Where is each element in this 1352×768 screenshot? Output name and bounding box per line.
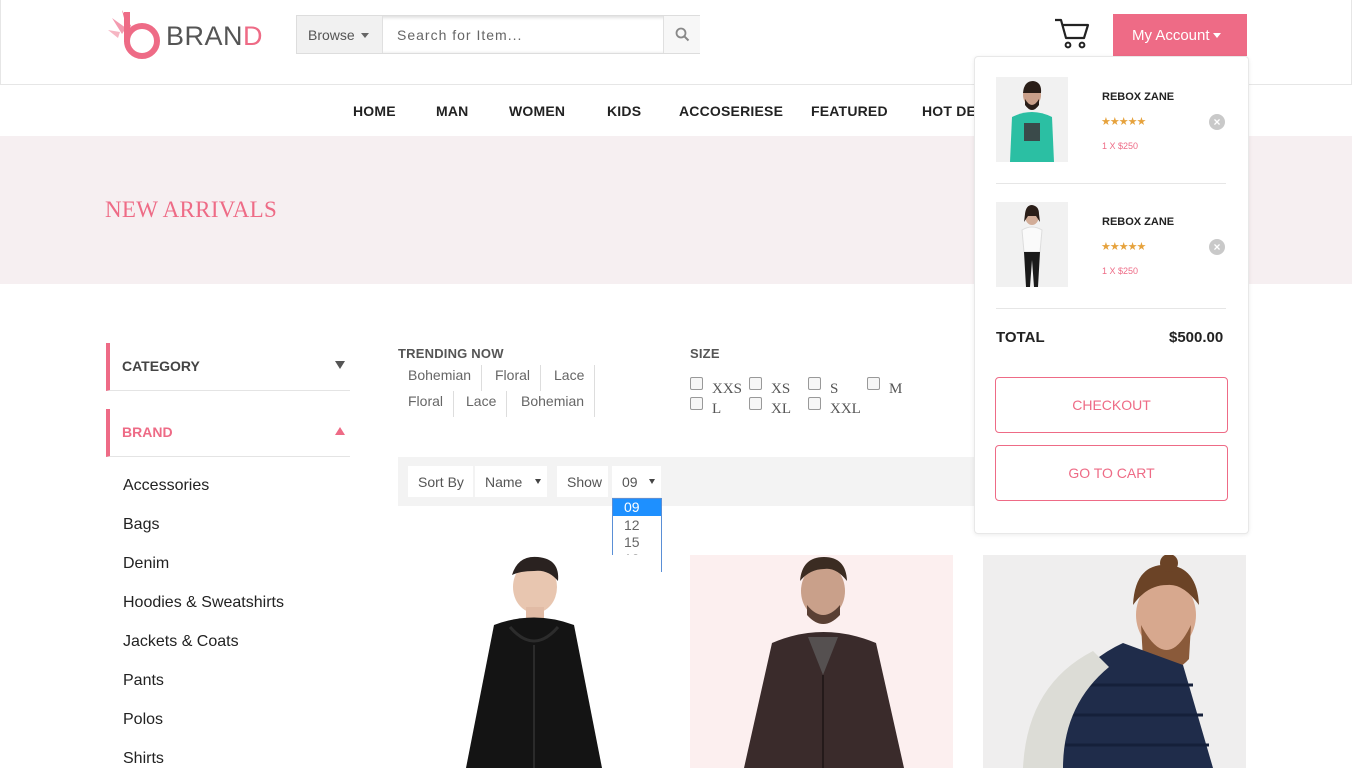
tag-lace[interactable]: Lace bbox=[456, 391, 508, 417]
remove-item-icon[interactable]: × bbox=[1209, 239, 1225, 255]
size-title: SIZE bbox=[690, 346, 720, 361]
chevron-down-icon bbox=[649, 479, 655, 484]
sort-toolbar: Sort By Name Show 09 bbox=[398, 457, 978, 506]
cart-item-price: 1 X $250 bbox=[1102, 266, 1139, 276]
show-select[interactable]: 09 bbox=[612, 466, 661, 497]
search-icon bbox=[675, 27, 690, 42]
chevron-down-icon bbox=[361, 33, 369, 38]
product-image-puffer[interactable] bbox=[983, 555, 1246, 768]
logo-mark-icon bbox=[108, 10, 160, 59]
checkbox[interactable] bbox=[690, 397, 703, 410]
checkbox[interactable] bbox=[808, 377, 821, 390]
divider bbox=[996, 308, 1226, 309]
triangle-down-icon bbox=[335, 361, 345, 369]
remove-item-icon[interactable]: × bbox=[1209, 114, 1225, 130]
brand-filter-header[interactable]: BRAND bbox=[106, 409, 350, 457]
sidebar-item-pants[interactable]: Pants bbox=[123, 672, 164, 690]
chevron-down-icon bbox=[535, 479, 541, 484]
sidebar-item-accessories[interactable]: Accessories bbox=[123, 477, 209, 495]
my-account-label: My Account bbox=[1132, 27, 1210, 44]
sort-by-label: Sort By bbox=[408, 466, 473, 497]
checkout-button[interactable]: CHECKOUT bbox=[995, 377, 1228, 433]
brand-logo[interactable]: BRAND bbox=[106, 8, 266, 63]
browse-label: Browse bbox=[308, 27, 355, 43]
checkbox[interactable] bbox=[749, 377, 762, 390]
sidebar-item-denim[interactable]: Denim bbox=[123, 555, 169, 573]
tag-bohemian[interactable]: Bohemian bbox=[511, 391, 596, 417]
product-image-hoodie[interactable] bbox=[398, 555, 661, 768]
show-label: Show bbox=[557, 466, 608, 497]
tag-lace[interactable]: Lace bbox=[544, 365, 596, 391]
tag-floral[interactable]: Floral bbox=[398, 391, 455, 417]
sidebar-item-polos[interactable]: Polos bbox=[123, 711, 163, 729]
nav-women[interactable]: WOMEN bbox=[509, 103, 565, 119]
show-option[interactable]: 15 bbox=[613, 534, 661, 551]
cart-item-image[interactable] bbox=[996, 77, 1068, 162]
my-account-button[interactable]: My Account bbox=[1113, 14, 1247, 56]
sidebar-item-jackets[interactable]: Jackets & Coats bbox=[123, 633, 239, 651]
sidebar-item-shirts[interactable]: Shirts bbox=[123, 750, 164, 768]
show-option[interactable]: 09 bbox=[613, 499, 661, 516]
mini-cart-dropdown: REBOX ZANE ★★★★★ 1 X $250 × REBOX ZANE ★… bbox=[974, 56, 1249, 534]
product-photo bbox=[1010, 81, 1054, 162]
cart-item-rating: ★★★★★ bbox=[1101, 116, 1146, 128]
category-label: CATEGORY bbox=[122, 358, 200, 374]
browse-dropdown[interactable]: Browse bbox=[297, 16, 383, 53]
cart-item-rating: ★★★★★ bbox=[1101, 241, 1146, 253]
checkbox[interactable] bbox=[690, 377, 703, 390]
cart-icon[interactable] bbox=[1052, 16, 1092, 50]
sidebar-item-hoodies[interactable]: Hoodies & Sweatshirts bbox=[123, 594, 284, 612]
search-input[interactable] bbox=[383, 16, 663, 53]
tag-bohemian[interactable]: Bohemian bbox=[398, 365, 483, 391]
divider bbox=[996, 183, 1226, 184]
nav-home[interactable]: HOME bbox=[353, 103, 396, 119]
cart-total-value: $500.00 bbox=[1169, 329, 1224, 346]
cart-total-label: TOTAL bbox=[996, 329, 1045, 346]
sidebar-item-bags[interactable]: Bags bbox=[123, 516, 159, 534]
nav-featured[interactable]: FEATURED bbox=[811, 103, 888, 119]
brand-label: BRAND bbox=[122, 424, 173, 440]
cart-item-price: 1 X $250 bbox=[1102, 141, 1139, 151]
sort-select[interactable]: Name bbox=[475, 466, 547, 497]
trending-title: TRENDING NOW bbox=[398, 346, 504, 361]
product-image-coat[interactable] bbox=[690, 555, 953, 768]
nav-accessories[interactable]: ACCOSERIESE bbox=[679, 103, 783, 119]
cart-item-image[interactable] bbox=[996, 202, 1068, 287]
go-to-cart-button[interactable]: GO TO CART bbox=[995, 445, 1228, 501]
cart-item-name: REBOX ZANE bbox=[1102, 91, 1175, 103]
checkbox[interactable] bbox=[749, 397, 762, 410]
product-photo bbox=[1021, 205, 1043, 287]
checkbox[interactable] bbox=[808, 397, 821, 410]
product-photo bbox=[744, 557, 904, 768]
nav-kids[interactable]: KIDS bbox=[607, 103, 641, 119]
category-filter-header[interactable]: CATEGORY bbox=[106, 343, 350, 391]
nav-hot-deals[interactable]: HOT DE bbox=[922, 103, 976, 119]
logo-wordmark: BRAND bbox=[166, 21, 264, 51]
triangle-up-icon bbox=[335, 427, 345, 435]
chevron-down-icon bbox=[1212, 33, 1221, 38]
page-title: NEW ARRIVALS bbox=[105, 197, 278, 222]
tag-floral[interactable]: Floral bbox=[485, 365, 542, 391]
cart-item-name: REBOX ZANE bbox=[1102, 216, 1175, 228]
search-button[interactable] bbox=[663, 16, 700, 53]
nav-man[interactable]: MAN bbox=[436, 103, 468, 119]
search-bar: Browse bbox=[296, 15, 700, 54]
product-photo bbox=[1023, 555, 1213, 768]
checkbox[interactable] bbox=[867, 377, 880, 390]
show-option[interactable]: 12 bbox=[613, 517, 661, 534]
product-photo bbox=[466, 556, 602, 768]
